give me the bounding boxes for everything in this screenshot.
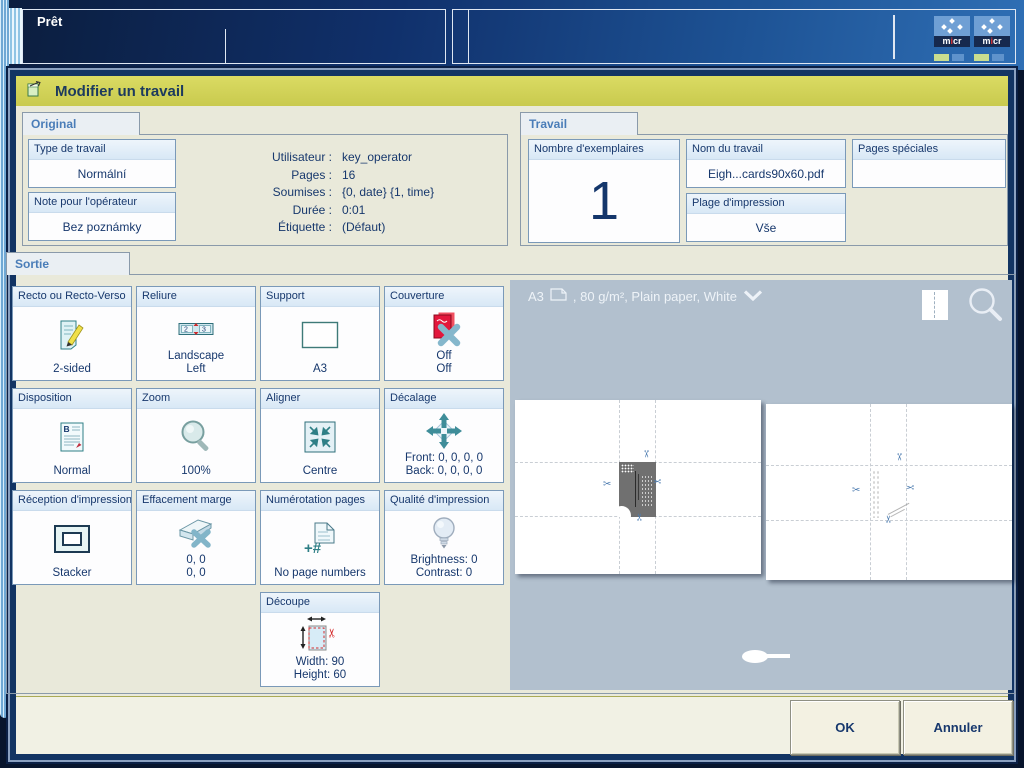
tile-copies[interactable]: Nombre d'exemplaires 1: [528, 139, 680, 243]
tab-sortie[interactable]: Sortie: [6, 252, 130, 275]
stacker-icon: [13, 511, 131, 567]
page-numbers-icon: +#: [261, 511, 379, 567]
tile-print-quality[interactable]: Qualité d'impression Brightness: 0 Contra…: [384, 490, 504, 585]
crop-line: [766, 465, 1012, 466]
shift-icon: [385, 409, 503, 452]
cut-mark-icon: ✂: [653, 477, 662, 488]
stripe-accent: [8, 8, 22, 64]
tile-shift[interactable]: Décalage Front: 0, 0, 0, 0 Back: 0, 0, 0,…: [384, 388, 504, 483]
cut-mark-icon: ✂: [603, 479, 612, 490]
booklet-view-icon[interactable]: [922, 290, 948, 320]
tray-box: micr micr: [452, 9, 1016, 64]
tab-original[interactable]: Original: [22, 112, 140, 135]
svg-text:✂: ✂: [325, 627, 339, 637]
tile-page-numbers[interactable]: Numérotation pages +# No page numbers: [260, 490, 380, 585]
tray-media-icon: [934, 16, 970, 36]
tray-label: micr: [974, 36, 1010, 47]
ok-button[interactable]: OK: [790, 700, 900, 755]
top-status-bar: Prêt micr micr: [0, 0, 1024, 70]
cover-icon: [385, 307, 503, 350]
svg-text:+#: +#: [304, 540, 322, 556]
edit-job-icon: [26, 80, 43, 102]
cut-mark-icon: ✂: [893, 452, 905, 462]
tile-erase-margin[interactable]: Effacement marge 0, 0 0, 0: [136, 490, 256, 585]
card-front-artwork: [619, 462, 656, 517]
micr-tray-icon-2[interactable]: micr: [974, 16, 1010, 47]
tray2-level-green: [974, 54, 989, 61]
status-divider: [225, 29, 226, 63]
cancel-button[interactable]: Annuler: [903, 700, 1013, 755]
info-row: Étiquette : (Défaut): [277, 220, 386, 234]
screen: Prêt micr micr Modifier un travail Origi…: [0, 0, 1024, 768]
cut-mark-icon: ✂: [640, 449, 652, 459]
tray-box-divider: [468, 10, 469, 63]
media-details: , 80 g/m², Plain paper, White: [572, 288, 737, 304]
crop-line: [870, 404, 871, 580]
tile-print-range[interactable]: Plage d'impression Vše: [686, 193, 846, 242]
tray1-level-blue: [952, 54, 964, 61]
print-quality-icon: [385, 511, 503, 554]
tile-zoom[interactable]: Zoom 100%: [136, 388, 256, 483]
media-name: A3: [528, 288, 544, 304]
binding-icon: 2 3: [137, 307, 255, 350]
tab-travail[interactable]: Travail: [520, 112, 638, 135]
job-info-block: Utilisateur : key_operator Pages :16 Soum…: [232, 149, 500, 237]
tray-media-icon: [974, 16, 1010, 36]
info-row: Pages :16: [291, 167, 356, 182]
svg-text:2: 2: [184, 326, 188, 333]
tile-binding[interactable]: Reliure 2 3 Landscape Left: [136, 286, 256, 381]
layout-icon: B: [13, 409, 131, 465]
preview-area: A3 , 80 g/m², Plain paper, White ✂ ✂ ✂ ✂…: [510, 280, 1012, 690]
status-box: Prêt: [22, 9, 446, 64]
zoom-icon: [137, 409, 255, 465]
copies-count: 1: [588, 171, 620, 231]
tile-cover[interactable]: Couverture Off Off: [384, 286, 504, 381]
paper-icon: [550, 288, 567, 304]
tile-align[interactable]: Aligner Centre: [260, 388, 380, 483]
tray-section-divider: [893, 15, 895, 59]
cut-mark-icon: ✂: [635, 512, 647, 522]
printer-status-text: Prêt: [37, 14, 63, 29]
card-back-artwork: [872, 470, 881, 518]
cut-mark-icon: ✂: [884, 514, 896, 524]
dialog-title-bar: Modifier un travail: [16, 76, 1008, 106]
duplex-icon: [13, 307, 131, 363]
tile-job-name[interactable]: Nom du travail Eigh...cards90x60.pdf: [686, 139, 846, 188]
media-selector[interactable]: A3 , 80 g/m², Plain paper, White: [528, 288, 763, 304]
cut-mark-icon: ✂: [906, 483, 915, 494]
tile-trim[interactable]: Découpe ✂ Width: 90 Height: 60: [260, 592, 380, 687]
tray-label: micr: [934, 36, 970, 47]
svg-text:3: 3: [202, 326, 206, 333]
tray1-level-green: [934, 54, 949, 61]
chevron-down-icon: [743, 289, 763, 304]
tile-duplex[interactable]: Recto ou Recto-Verso 2-sided: [12, 286, 132, 381]
tile-layout[interactable]: Disposition B Normal: [12, 388, 132, 483]
svg-text:B: B: [64, 424, 70, 434]
preview-sheet-back: ✂ ✂ ✂ ✂: [766, 404, 1012, 580]
tray2-level-blue: [992, 54, 1004, 61]
info-row: Soumises : {0, date} {1, time}: [272, 185, 435, 199]
media-icon: [261, 307, 379, 363]
preview-zoom-icon[interactable]: [966, 286, 1004, 331]
tile-special-pages[interactable]: Pages spéciales: [852, 139, 1006, 188]
page-handle[interactable]: [742, 650, 768, 663]
info-row: Durée :0:01: [292, 202, 366, 217]
tile-job-type[interactable]: Type de travail Normální: [28, 139, 176, 188]
cut-mark-icon: ✂: [852, 485, 861, 496]
tile-operator-note[interactable]: Note pour l'opérateur Bez poznámky: [28, 192, 176, 241]
trim-icon: ✂: [261, 613, 379, 656]
dialog-title: Modifier un travail: [55, 82, 185, 100]
tile-output-tray[interactable]: Réception d'impression Stacker: [12, 490, 132, 585]
align-icon: [261, 409, 379, 465]
page-handle-tail: [766, 654, 790, 658]
tile-media[interactable]: Support A3: [260, 286, 380, 381]
micr-tray-icon-1[interactable]: micr: [934, 16, 970, 47]
erase-margin-icon: [137, 511, 255, 554]
info-row: Utilisateur : key_operator: [271, 150, 413, 164]
preview-sheet-front: ✂ ✂ ✂ ✂: [515, 400, 761, 574]
